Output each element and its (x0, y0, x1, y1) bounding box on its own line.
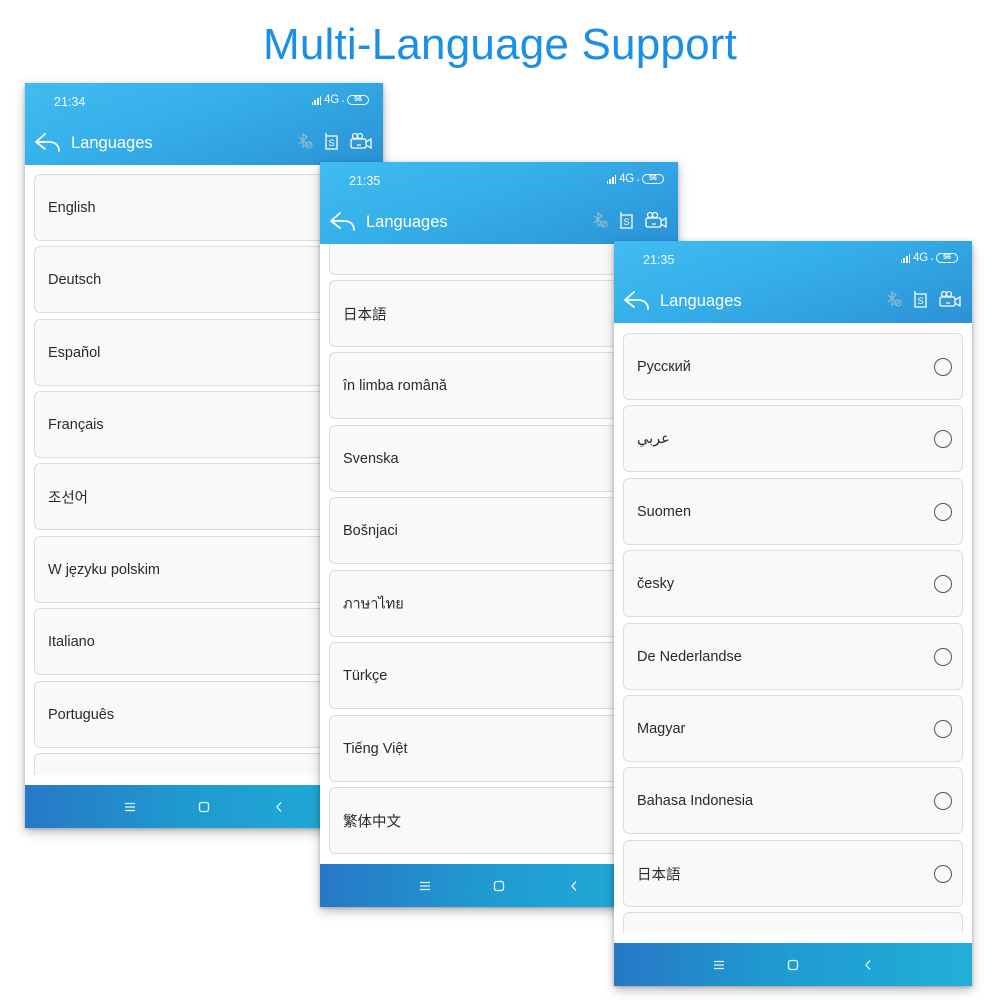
radio-button[interactable] (934, 357, 952, 376)
radio-button[interactable] (934, 502, 952, 521)
language-label: Русский (637, 358, 691, 375)
home-icon[interactable] (195, 798, 213, 816)
language-label: Français (48, 416, 104, 433)
svg-text:S: S (917, 296, 923, 306)
s-box-icon[interactable]: S (618, 211, 634, 229)
language-label: Português (48, 706, 115, 723)
language-item[interactable]: De Nederlandse (623, 623, 963, 690)
page-headline: Multi-Language Support (262, 20, 738, 69)
language-label: Suomen (637, 503, 692, 520)
radio-button[interactable] (934, 647, 952, 666)
language-label: Svenska (343, 450, 399, 467)
back-icon[interactable] (270, 798, 288, 816)
radio-button[interactable] (934, 719, 952, 738)
status-indicators: 4G ▪ 56 (311, 94, 369, 106)
language-label: English (48, 199, 96, 216)
s-box-icon[interactable]: S (323, 132, 339, 150)
battery-icon: 56 (642, 174, 664, 184)
battery-icon: 56 (347, 95, 369, 105)
app-title: Languages (71, 134, 153, 152)
language-label: ภาษาไทย (343, 596, 404, 612)
phone-screen-3: 21:35 4G ▪ 56 Languages S Русский عربي S… (614, 241, 972, 986)
language-label: Bahasa Indonesia (637, 792, 754, 809)
bluetooth-off-icon[interactable] (297, 132, 313, 150)
language-item[interactable]: česky (623, 550, 963, 617)
language-item[interactable]: Magyar (623, 695, 963, 762)
language-item[interactable]: 日本語 (623, 840, 963, 907)
bluetooth-off-icon[interactable] (886, 290, 902, 308)
language-label: 繁体中文 (343, 814, 401, 830)
language-list[interactable]: Русский عربي Suomen česky De Nederlandse… (614, 323, 972, 933)
network-activity-icon: ▪ (341, 99, 344, 105)
back-icon[interactable] (565, 877, 583, 895)
app-actions: S (297, 132, 373, 150)
app-title: Languages (366, 213, 448, 231)
language-item[interactable]: Bahasa Indonesia (623, 767, 963, 834)
radio-button[interactable] (934, 429, 952, 448)
signal-icon (311, 95, 322, 105)
network-activity-icon: ▪ (636, 178, 639, 184)
language-label: 日本語 (637, 867, 681, 883)
menu-icon[interactable] (121, 798, 139, 816)
app-actions: S (592, 211, 668, 229)
signal-icon (900, 253, 911, 263)
reply-arrow-icon[interactable] (34, 131, 62, 153)
status-indicators: 4G ▪ 56 (606, 173, 664, 185)
menu-icon[interactable] (416, 877, 434, 895)
status-indicators: 4G ▪ 56 (900, 252, 958, 264)
network-type: 4G (913, 252, 928, 264)
app-bar: 21:35 4G ▪ 56 Languages S (614, 241, 972, 323)
language-label: 日本語 (343, 307, 387, 323)
language-item[interactable]: عربي (623, 405, 963, 472)
language-label: în limba română (343, 377, 447, 394)
language-label: Magyar (637, 720, 686, 737)
status-time: 21:34 (54, 95, 86, 109)
reply-arrow-icon[interactable] (329, 210, 357, 232)
language-label: Español (48, 344, 101, 361)
language-label: Türkçe (343, 667, 388, 684)
radio-button[interactable] (934, 791, 952, 810)
signal-icon (606, 174, 617, 184)
app-bar: 21:35 4G ▪ 56 Languages S (320, 162, 678, 244)
language-label: 조선어 (48, 490, 89, 506)
language-label: Deutsch (48, 271, 102, 288)
svg-text:S: S (623, 217, 629, 227)
s-box-icon[interactable]: S (912, 290, 928, 308)
network-type: 4G (619, 173, 634, 185)
language-label: W języku polskim (48, 561, 160, 578)
video-camera-icon[interactable] (644, 211, 668, 229)
back-icon[interactable] (859, 956, 877, 974)
bluetooth-off-icon[interactable] (592, 211, 608, 229)
status-time: 21:35 (349, 174, 381, 188)
language-item[interactable]: Suomen (623, 478, 963, 545)
network-type: 4G (324, 94, 339, 106)
app-title: Languages (660, 292, 742, 310)
home-icon[interactable] (490, 877, 508, 895)
language-item[interactable] (623, 912, 963, 933)
network-activity-icon: ▪ (930, 257, 933, 263)
language-label: Bošnjaci (343, 522, 398, 539)
language-label: Tiếng Việt (343, 740, 408, 757)
radio-button[interactable] (934, 864, 952, 883)
home-icon[interactable] (784, 956, 802, 974)
video-camera-icon[interactable] (349, 132, 373, 150)
svg-text:S: S (328, 138, 334, 148)
menu-icon[interactable] (710, 956, 728, 974)
app-actions: S (886, 290, 962, 308)
language-label: De Nederlandse (637, 648, 742, 665)
video-camera-icon[interactable] (938, 290, 962, 308)
language-label: عربي (637, 430, 670, 447)
reply-arrow-icon[interactable] (623, 289, 651, 311)
language-item[interactable]: Русский (623, 333, 963, 400)
radio-button[interactable] (934, 574, 952, 593)
battery-icon: 56 (936, 253, 958, 263)
status-time: 21:35 (643, 253, 675, 267)
app-bar: 21:34 4G ▪ 56 Languages S (25, 83, 383, 165)
system-nav-bar (614, 943, 972, 986)
language-label: česky (637, 575, 675, 592)
language-label: Italiano (48, 633, 95, 650)
